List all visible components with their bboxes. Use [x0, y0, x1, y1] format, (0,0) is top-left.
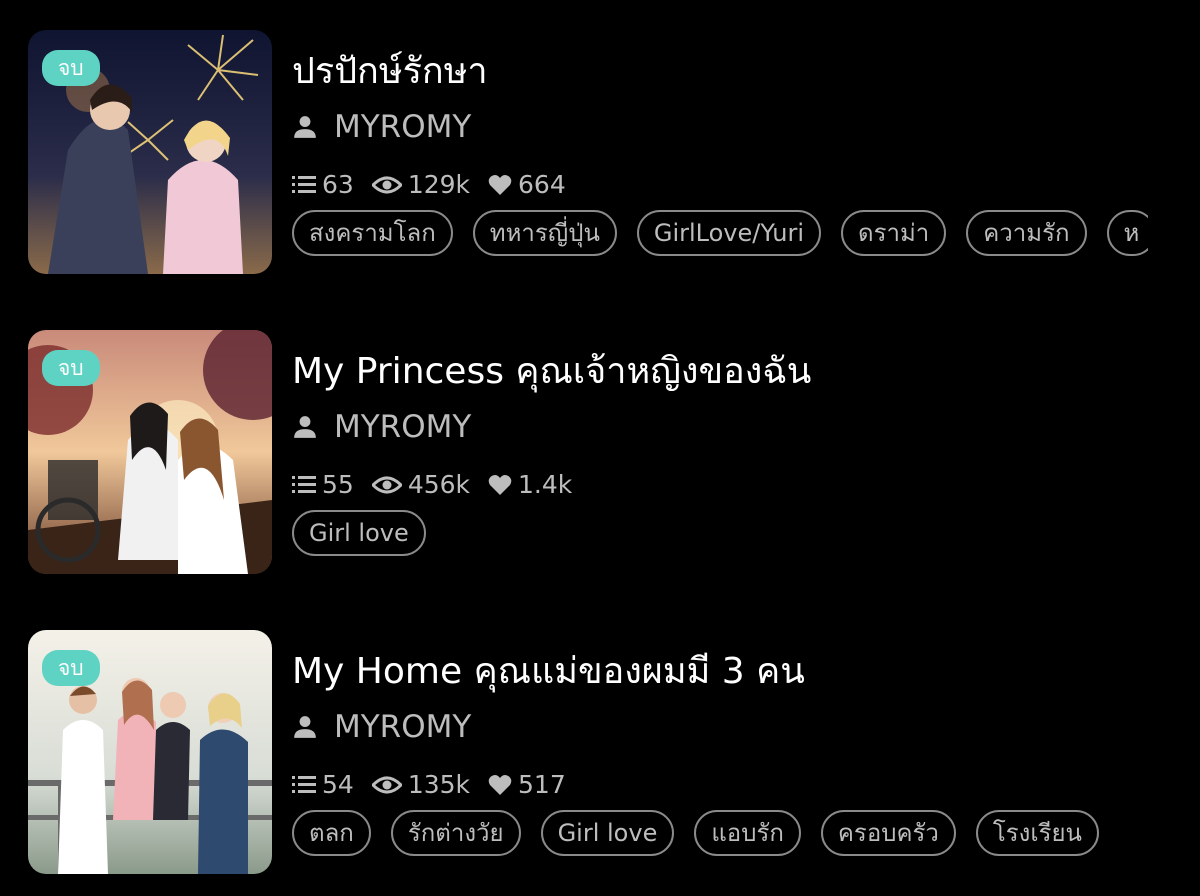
story-list: จบ ปรปักษ์รักษา MYROMY 63 129k 664 สงครา…	[0, 0, 1200, 896]
view-count-value: 129k	[407, 170, 471, 199]
eye-icon	[371, 176, 402, 194]
eye-icon	[371, 476, 402, 494]
view-count: 129k	[371, 170, 471, 200]
tag[interactable]: แอบรัก	[694, 810, 801, 856]
chapter-count: 55	[292, 470, 354, 500]
view-count: 135k	[371, 770, 471, 800]
story-info: My Princess คุณเจ้าหญิงของฉัน MYROMY 55	[292, 330, 1148, 556]
story-title[interactable]: My Princess คุณเจ้าหญิงของฉัน	[292, 350, 1148, 394]
author-name: MYROMY	[334, 109, 472, 145]
story-stats: 63 129k 664	[292, 170, 1148, 200]
list-icon	[292, 176, 316, 193]
view-count: 456k	[371, 470, 471, 500]
view-count-value: 456k	[407, 470, 471, 499]
like-count-value: 1.4k	[518, 470, 573, 499]
tag[interactable]: ห	[1106, 210, 1148, 256]
completed-badge: จบ	[42, 50, 100, 86]
like-count-value: 664	[518, 170, 566, 199]
heart-icon	[488, 175, 512, 195]
tag[interactable]: ตลก	[292, 810, 371, 856]
person-icon	[294, 116, 316, 138]
tag[interactable]: รักต่างวัย	[390, 810, 521, 856]
author-name: MYROMY	[334, 409, 472, 445]
story-cover[interactable]: จบ	[28, 30, 272, 274]
story-title[interactable]: ปรปักษ์รักษา	[292, 50, 1148, 94]
story-stats: 54 135k 517	[292, 770, 1148, 800]
like-count-value: 517	[518, 770, 566, 799]
tag[interactable]: ความรัก	[966, 210, 1087, 256]
tag[interactable]: ครอบครัว	[820, 810, 956, 856]
story-item[interactable]: จบ My Princess คุณเจ้าหญิงของฉัน MYROMY	[28, 330, 1200, 576]
story-item[interactable]: จบ My Home คุณแม่ของผมมี 3 คน MYROMY 54 …	[28, 630, 1200, 876]
like-count: 664	[488, 170, 566, 200]
chapter-count-value: 55	[322, 470, 354, 499]
eye-icon	[371, 776, 402, 794]
completed-badge: จบ	[42, 350, 100, 386]
list-icon	[292, 776, 316, 793]
story-info: My Home คุณแม่ของผมมี 3 คน MYROMY 54 135…	[292, 630, 1148, 856]
chapter-count-value: 54	[322, 770, 354, 799]
story-cover[interactable]: จบ	[28, 630, 272, 874]
story-info: ปรปักษ์รักษา MYROMY 63 129k 664 สงครามโล…	[292, 30, 1148, 256]
story-author[interactable]: MYROMY	[292, 408, 1148, 446]
story-author[interactable]: MYROMY	[292, 708, 1148, 746]
tag[interactable]: ทหารญี่ปุ่น	[472, 210, 617, 256]
story-cover[interactable]: จบ	[28, 330, 272, 574]
heart-icon	[488, 775, 512, 795]
story-author[interactable]: MYROMY	[292, 108, 1148, 146]
story-title[interactable]: My Home คุณแม่ของผมมี 3 คน	[292, 650, 1148, 694]
story-item[interactable]: จบ ปรปักษ์รักษา MYROMY 63 129k 664 สงครา…	[28, 30, 1200, 276]
person-icon	[294, 416, 316, 438]
like-count: 1.4k	[488, 470, 572, 500]
chapter-count: 54	[292, 770, 354, 800]
list-icon	[292, 476, 316, 493]
chapter-count-value: 63	[322, 170, 354, 199]
completed-badge: จบ	[42, 650, 100, 686]
tag-list: ตลก รักต่างวัย Girl love แอบรัก ครอบครัว…	[292, 810, 1148, 856]
tag-list: สงครามโลก ทหารญี่ปุ่น GirlLove/Yuri ดราม…	[292, 210, 1148, 256]
tag[interactable]: ดราม่า	[841, 210, 947, 256]
like-count: 517	[488, 770, 566, 800]
author-name: MYROMY	[334, 709, 472, 745]
tag-list: Girl love	[292, 510, 1148, 556]
tag[interactable]: Girl love	[540, 810, 675, 856]
tag[interactable]: GirlLove/Yuri	[636, 210, 821, 256]
tag[interactable]: สงครามโลก	[292, 210, 453, 256]
tag[interactable]: โรงเรียน	[975, 810, 1099, 856]
tag[interactable]: Girl love	[292, 510, 426, 556]
person-icon	[294, 716, 316, 738]
view-count-value: 135k	[407, 770, 471, 799]
heart-icon	[488, 475, 512, 495]
story-stats: 55 456k 1.4k	[292, 470, 1148, 500]
chapter-count: 63	[292, 170, 354, 200]
